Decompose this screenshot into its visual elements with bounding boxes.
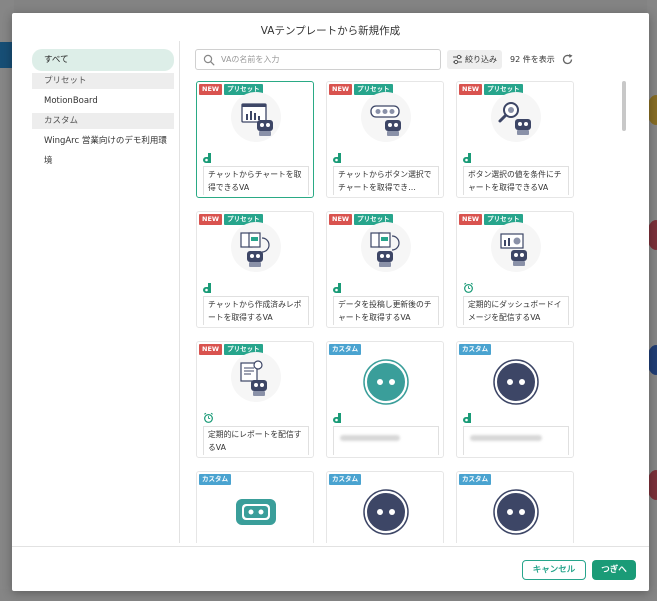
sidebar-item-motionboard[interactable]: MotionBoard bbox=[32, 91, 174, 111]
card-title: データを投稿し更新後のチャートを取得するVA bbox=[333, 296, 439, 325]
motionboard-logo-icon bbox=[463, 153, 471, 163]
motionboard-logo-icon bbox=[203, 153, 211, 163]
filter-button-label: 絞り込み bbox=[465, 55, 497, 64]
card-title: チャットからボタン選択でチャートを取得でき… bbox=[333, 166, 439, 195]
motionboard-logo-icon bbox=[333, 283, 341, 293]
motionboard-logo-icon bbox=[333, 542, 344, 543]
card-title bbox=[463, 426, 569, 455]
custom-badge: カスタム bbox=[329, 344, 361, 355]
result-count: 92 件を表示 bbox=[510, 55, 555, 64]
search-icon bbox=[203, 54, 215, 66]
custom-badge: カスタム bbox=[459, 344, 491, 355]
chart-robot-icon bbox=[231, 92, 281, 142]
card-title: 定期的にレポートを配信するVA bbox=[203, 426, 309, 455]
card-title: チャットから作成済みレポートを取得するVA bbox=[203, 296, 309, 325]
sidebar-item-wingarc-demo[interactable]: WingArc 営業向けのデモ利用環境 bbox=[32, 131, 174, 166]
template-card[interactable]: カスタム bbox=[196, 471, 314, 543]
navy-robot-face-icon bbox=[363, 489, 409, 535]
sidebar-section-preset: プリセット bbox=[32, 73, 174, 89]
category-sidebar: すべて プリセット MotionBoard カスタム WingArc 営業向けの… bbox=[32, 49, 174, 166]
grid-scrollbar[interactable] bbox=[622, 81, 626, 131]
motionboard-logo-icon bbox=[463, 542, 474, 543]
template-card[interactable]: NEW プリセット チャットから作成済みレポートを取得するVA bbox=[196, 211, 314, 328]
card-title bbox=[333, 426, 439, 455]
new-badge: NEW bbox=[329, 84, 353, 95]
motionboard-logo-icon bbox=[333, 413, 341, 423]
template-card[interactable]: NEW プリセット チャットからボタン選択でチャートを取得でき… bbox=[326, 81, 444, 198]
search-box bbox=[195, 49, 441, 70]
motionboard-logo-icon bbox=[203, 283, 211, 293]
teal-square-robot-icon bbox=[236, 499, 276, 525]
alarm-clock-icon bbox=[464, 282, 473, 293]
new-badge: NEW bbox=[329, 214, 353, 225]
custom-badge: カスタム bbox=[459, 474, 491, 485]
filter-sliders-icon bbox=[453, 54, 462, 65]
custom-badge: カスタム bbox=[329, 474, 361, 485]
template-card[interactable]: NEW プリセット ボタン選択の値を条件にチャートを取得できるVA bbox=[456, 81, 574, 198]
template-card[interactable]: カスタム bbox=[456, 341, 574, 458]
template-grid: NEW プリセット チャットからチャートを取得できるVA NEW プリセット チ… bbox=[192, 77, 622, 543]
template-card[interactable]: カスタム bbox=[326, 341, 444, 458]
new-badge: NEW bbox=[199, 344, 223, 355]
motionboard-logo-icon bbox=[463, 413, 471, 423]
navy-robot-face-icon bbox=[493, 489, 539, 535]
dashboard-robot-icon bbox=[491, 222, 541, 272]
teal-robot-face-icon bbox=[363, 359, 409, 405]
template-card[interactable]: NEW プリセット チャットからチャートを取得できるVA bbox=[196, 81, 314, 198]
refresh-icon[interactable] bbox=[561, 53, 574, 66]
navy-robot-face-icon bbox=[493, 359, 539, 405]
upload-robot-icon bbox=[361, 222, 411, 272]
new-badge: NEW bbox=[199, 214, 223, 225]
report-robot-icon bbox=[231, 222, 281, 272]
sidebar-divider bbox=[179, 41, 180, 543]
buttons-robot-icon bbox=[361, 92, 411, 142]
sidebar-item-all[interactable]: すべて bbox=[32, 49, 174, 71]
sidebar-section-custom: カスタム bbox=[32, 113, 174, 129]
scheduled-report-robot-icon bbox=[231, 352, 281, 402]
cancel-button[interactable]: キャンセル bbox=[522, 560, 586, 580]
new-badge: NEW bbox=[199, 84, 223, 95]
card-title: 定期的にダッシュボードイメージを配信するVA bbox=[463, 296, 569, 325]
motionboard-logo-icon bbox=[203, 542, 214, 543]
template-card[interactable]: カスタム bbox=[326, 471, 444, 543]
new-badge: NEW bbox=[459, 214, 483, 225]
template-card[interactable]: NEW プリセット データを投稿し更新後のチャートを取得するVA bbox=[326, 211, 444, 328]
footer-divider bbox=[12, 546, 649, 547]
card-title: ボタン選択の値を条件にチャートを取得できるVA bbox=[463, 166, 569, 195]
next-button[interactable]: つぎへ bbox=[592, 560, 636, 580]
search-robot-icon bbox=[491, 92, 541, 142]
motionboard-logo-icon bbox=[333, 153, 341, 163]
dialog-title: VAテンプレートから新規作成 bbox=[260, 25, 401, 37]
template-card[interactable]: NEW プリセット 定期的にレポートを配信するVA bbox=[196, 341, 314, 458]
custom-badge: カスタム bbox=[199, 474, 231, 485]
template-card[interactable]: カスタム bbox=[456, 471, 574, 543]
card-title: チャットからチャートを取得できるVA bbox=[203, 166, 309, 195]
filter-button[interactable]: 絞り込み bbox=[447, 50, 502, 69]
new-va-template-dialog: VAテンプレートから新規作成 すべて プリセット MotionBoard カスタ… bbox=[12, 13, 649, 591]
template-card[interactable]: NEW プリセット 定期的にダッシュボードイメージを配信するVA bbox=[456, 211, 574, 328]
search-input[interactable] bbox=[221, 52, 431, 67]
new-badge: NEW bbox=[459, 84, 483, 95]
alarm-clock-icon bbox=[204, 412, 213, 423]
